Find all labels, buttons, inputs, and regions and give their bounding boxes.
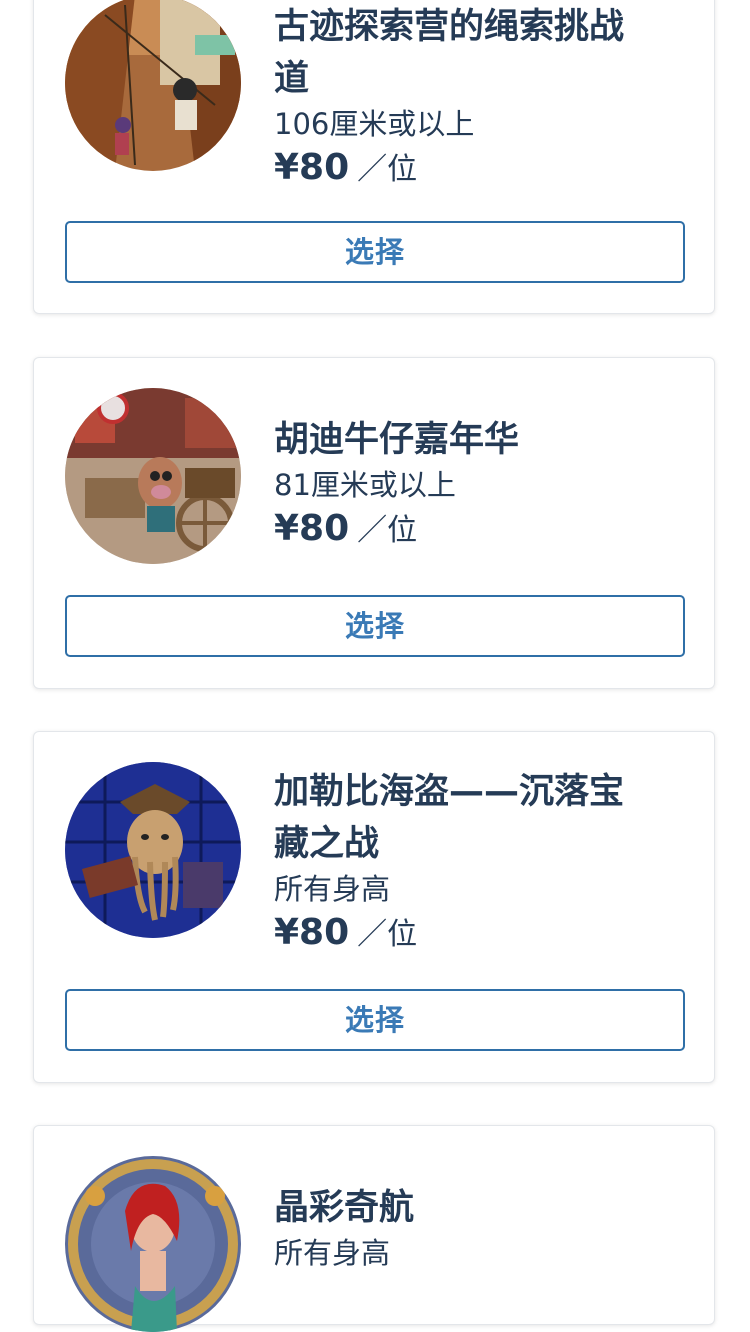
attraction-thumbnail [65, 388, 241, 564]
height-requirement: 81厘米或以上 [274, 468, 456, 502]
select-button[interactable]: 选择 [65, 221, 685, 283]
price: ¥80 ／位 [274, 910, 690, 962]
attraction-title: 古迹探索营的绳索挑战 道 [274, 7, 625, 99]
price-amount: ¥80 [274, 147, 350, 188]
attraction-card: 古迹探索营的绳索挑战 道 106厘米或以上 ¥80 ／位 选择 [33, 0, 715, 314]
attraction-card: 晶彩奇航 所有身高 [33, 1125, 715, 1332]
price: ¥80 ／位 [274, 506, 690, 558]
attraction-card: 胡迪牛仔嘉年华 81厘米或以上 ¥80 ／位 选择 [33, 357, 715, 689]
price-amount: ¥80 [274, 508, 350, 549]
attraction-thumbnail [65, 762, 241, 938]
select-button[interactable]: 选择 [65, 595, 685, 657]
height-requirement: 所有身高 [274, 872, 391, 906]
attraction-info: 晶彩奇航 所有身高 [274, 1182, 690, 1272]
attraction-title: 胡迪牛仔嘉年华 [274, 420, 520, 460]
price: ¥80 ／位 [274, 145, 690, 197]
attraction-info: 古迹探索营的绳索挑战 道 106厘米或以上 ¥80 ／位 [274, 1, 690, 197]
attraction-card: 加勒比海盗——沉落宝 藏之战 所有身高 ¥80 ／位 选择 [33, 731, 715, 1083]
height-requirement: 106厘米或以上 [274, 107, 475, 141]
select-button[interactable]: 选择 [65, 989, 685, 1051]
price-unit: ／位 [357, 152, 418, 187]
price-unit: ／位 [357, 917, 418, 952]
attraction-info: 加勒比海盗——沉落宝 藏之战 所有身高 ¥80 ／位 [274, 766, 690, 962]
price-unit: ／位 [357, 513, 418, 548]
attraction-thumbnail [65, 0, 241, 171]
attraction-info: 胡迪牛仔嘉年华 81厘米或以上 ¥80 ／位 [274, 414, 690, 558]
attraction-title: 加勒比海盗——沉落宝 藏之战 [274, 772, 625, 864]
height-requirement: 所有身高 [274, 1236, 391, 1270]
price-amount: ¥80 [274, 912, 350, 953]
attraction-thumbnail [65, 1156, 241, 1332]
attraction-title: 晶彩奇航 [274, 1188, 415, 1228]
